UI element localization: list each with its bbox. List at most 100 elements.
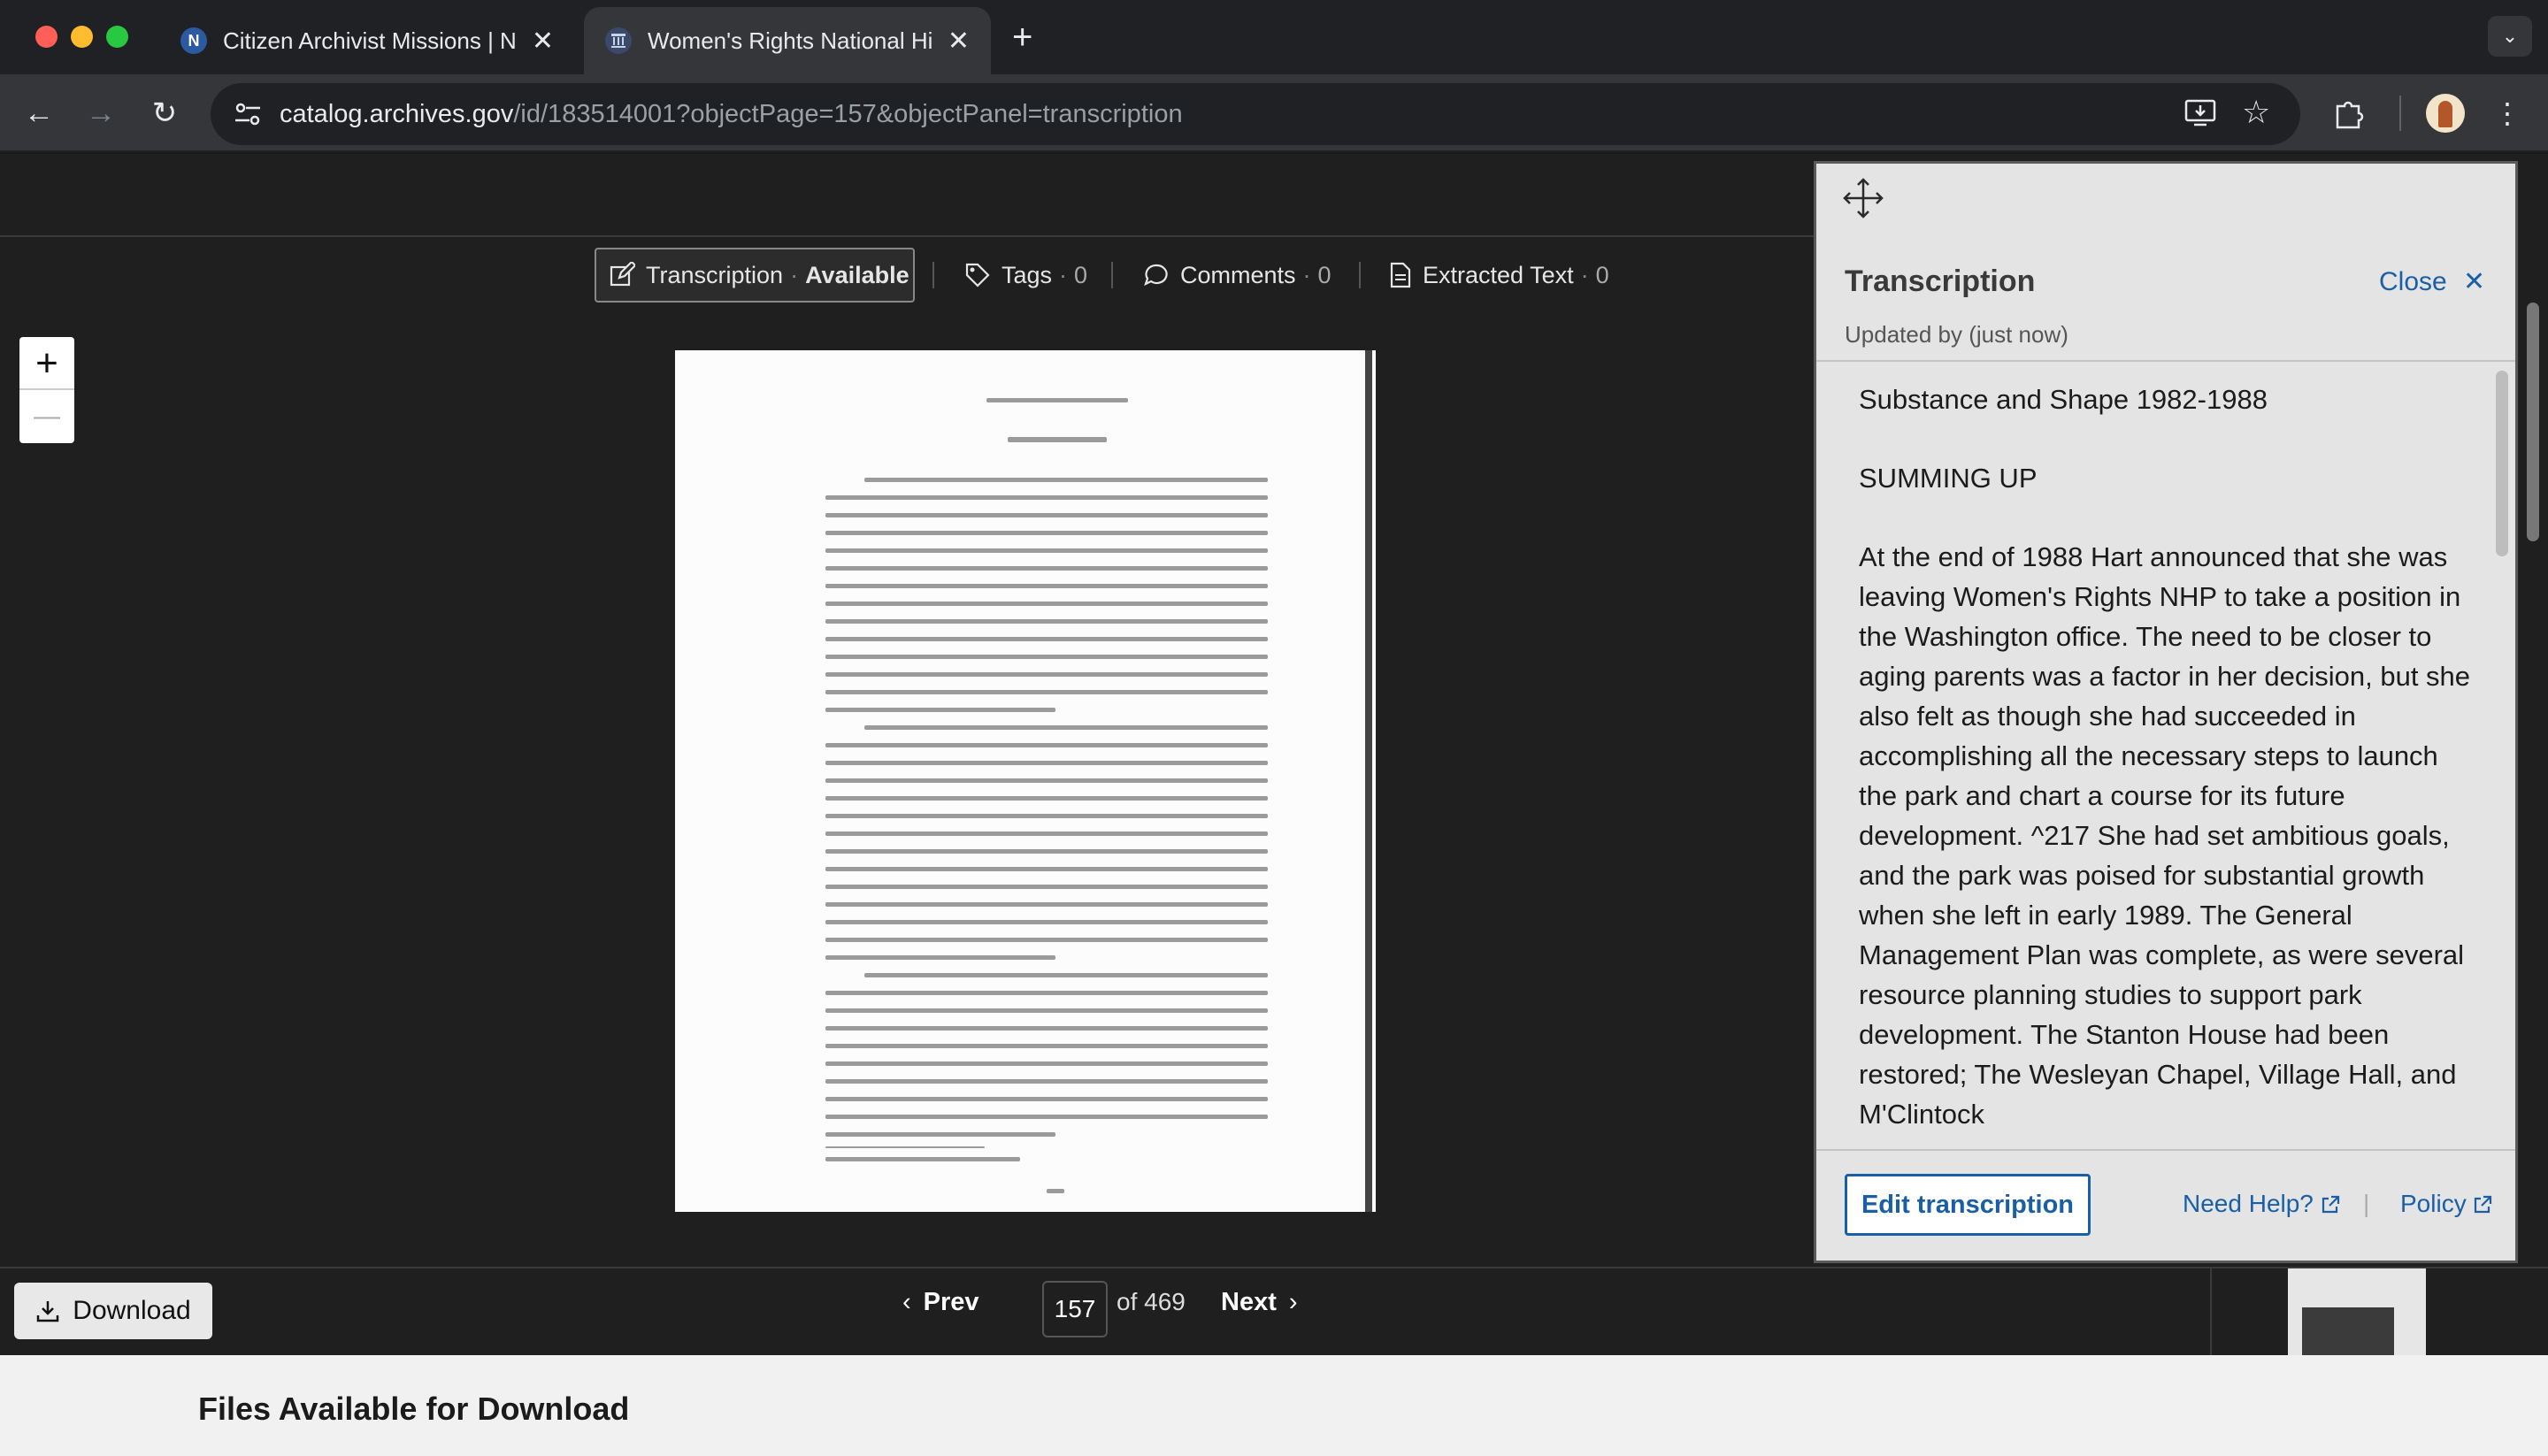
scanned-text-line xyxy=(825,796,1268,801)
scanned-text-line xyxy=(825,938,1268,942)
tab-tags-label: Tags xyxy=(1002,261,1053,288)
need-help-label: Need Help? xyxy=(2183,1190,2314,1217)
chevron-left-icon: ‹ xyxy=(902,1288,911,1316)
tab-comments-label: Comments xyxy=(1180,261,1296,288)
window-maximize-button[interactable] xyxy=(106,26,128,48)
transcription-status: Available xyxy=(805,261,909,288)
scanned-text-line xyxy=(825,902,1268,907)
browser-toolbar: ← → ↻ catalog.archives.gov/id/183514001?… xyxy=(0,74,2548,152)
zoom-in-button[interactable]: + xyxy=(19,337,74,390)
reload-icon[interactable]: ↻ xyxy=(143,92,186,134)
scanned-text-line xyxy=(825,708,1055,712)
scanned-text-line xyxy=(825,814,1268,818)
tab-extracted-text[interactable]: Extracted Text · 0 xyxy=(1389,248,1609,303)
scanned-text-line xyxy=(864,973,1268,977)
url-host: catalog.archives.gov xyxy=(280,99,514,128)
tab-comments[interactable]: Comments · 0 xyxy=(1143,248,1332,303)
scanned-text-line xyxy=(825,1146,985,1148)
more-menu-icon[interactable]: ⋮ xyxy=(2486,92,2529,134)
scanned-text-line xyxy=(825,566,1268,571)
tab-separator-dot: · xyxy=(790,261,799,288)
page-number-input[interactable]: 157 xyxy=(1042,1281,1108,1337)
tab-divider xyxy=(1359,262,1361,288)
next-page-button[interactable]: Next › xyxy=(1221,1288,1298,1317)
new-tab-button[interactable]: + xyxy=(1012,18,1032,57)
scanned-document-page[interactable] xyxy=(675,350,1376,1212)
comments-count: 0 xyxy=(1317,261,1332,288)
extracted-text-count: 0 xyxy=(1595,261,1609,288)
panel-title: Transcription xyxy=(1845,264,2036,298)
scanned-text-line xyxy=(1047,1189,1064,1193)
tab-tags[interactable]: Tags · 0 xyxy=(964,248,1087,303)
bookmark-star-icon[interactable]: ☆ xyxy=(2242,94,2270,131)
toolbar-divider xyxy=(2399,96,2401,131)
close-icon[interactable]: ✕ xyxy=(948,26,970,57)
window-minimize-button[interactable] xyxy=(71,26,93,48)
policy-link[interactable]: Policy xyxy=(2400,1190,2492,1218)
close-icon[interactable]: ✕ xyxy=(532,26,554,57)
tab-favicon-icon: N xyxy=(180,27,207,54)
window-close-button[interactable] xyxy=(35,26,58,48)
scanned-text-line xyxy=(825,602,1268,606)
zoom-out-button[interactable]: — xyxy=(19,390,74,443)
tab-search-chevron-down-icon[interactable]: ⌄ xyxy=(2488,16,2532,57)
chevron-right-icon: › xyxy=(1288,1288,1298,1316)
scanned-text-line xyxy=(825,548,1268,553)
url-path: /id/183514001?objectPage=157&objectPanel… xyxy=(513,99,1183,128)
page-scrollbar[interactable] xyxy=(2527,303,2539,541)
transcription-paragraph: Substance and Shape 1982-1988 xyxy=(1859,384,2268,415)
edit-transcription-button[interactable]: Edit transcription xyxy=(1845,1174,2091,1236)
scanned-text-line xyxy=(986,398,1128,402)
transcription-text[interactable]: Substance and Shape 1982-1988 SUMMING UP… xyxy=(1816,364,2515,1146)
scanned-text-line xyxy=(825,1026,1268,1031)
comment-bubble-icon xyxy=(1144,264,1168,287)
tab-divider xyxy=(932,262,934,288)
updated-by-text: Updated by (just now) xyxy=(1845,321,2068,348)
policy-label: Policy xyxy=(2400,1190,2467,1217)
download-button[interactable]: Download xyxy=(14,1283,212,1339)
scanned-text-line xyxy=(825,743,1268,747)
tab-transcription[interactable]: Transcription · Available xyxy=(595,248,915,303)
need-help-link[interactable]: Need Help? xyxy=(2183,1190,2340,1218)
scanned-text-line xyxy=(825,1079,1268,1084)
extensions-puzzle-icon[interactable] xyxy=(2332,97,2364,134)
tab-divider xyxy=(1111,262,1113,288)
close-button[interactable]: Close ✕ xyxy=(2379,266,2485,297)
scanned-text-line xyxy=(825,1115,1268,1119)
scanned-text-line xyxy=(825,672,1268,677)
address-bar[interactable]: catalog.archives.gov/id/183514001?object… xyxy=(211,83,2300,145)
install-app-icon[interactable] xyxy=(2183,97,2217,136)
scanned-text-line xyxy=(825,584,1268,588)
page-content: Transcription · Available Tags · 0 Comme… xyxy=(0,154,2548,1456)
scanned-text-line xyxy=(825,831,1268,836)
transcription-scrollbar[interactable] xyxy=(2496,371,2508,556)
back-arrow-icon[interactable]: ← xyxy=(18,92,60,134)
site-settings-icon[interactable] xyxy=(234,101,262,134)
transcription-paragraph: At the end of 1988 Hart announced that s… xyxy=(1859,541,2471,1130)
scanned-text-line xyxy=(825,1132,1055,1137)
close-icon: ✕ xyxy=(2463,267,2486,296)
next-label: Next xyxy=(1221,1288,1277,1316)
transcription-panel-header: Transcription Close ✕ Updated by (just n… xyxy=(1816,164,2515,362)
scanned-text-line xyxy=(825,761,1268,765)
zoom-controls: + — xyxy=(19,337,74,443)
edit-pencil-icon xyxy=(610,262,635,287)
move-arrows-icon[interactable] xyxy=(1843,178,1884,223)
scanned-text-line xyxy=(825,619,1268,624)
scanned-text-line xyxy=(825,531,1268,535)
browser-tab-womens-rights[interactable]: Women's Rights National Hist ✕ xyxy=(584,7,991,74)
external-link-icon xyxy=(2475,1195,2492,1214)
page-binding-edge xyxy=(1365,350,1372,1212)
profile-avatar[interactable] xyxy=(2426,94,2465,133)
total-pages-text: of 469 xyxy=(1117,1288,1186,1315)
prev-page-button[interactable]: ‹ Prev xyxy=(902,1288,979,1317)
tab-extracted-text-label: Extracted Text xyxy=(1423,261,1574,288)
footer-separator: | xyxy=(2363,1190,2370,1217)
scanned-text-line xyxy=(825,655,1268,659)
scanned-text-line xyxy=(825,690,1268,694)
tab-separator-dot: · xyxy=(1580,261,1589,288)
forward-arrow-icon[interactable]: → xyxy=(80,92,122,134)
page-thumbnail[interactable] xyxy=(2288,1268,2426,1357)
scanned-text-line xyxy=(825,1157,1020,1161)
browser-tab-citizen-archivist[interactable]: N Citizen Archivist Missions | Na ✕ xyxy=(159,7,575,74)
